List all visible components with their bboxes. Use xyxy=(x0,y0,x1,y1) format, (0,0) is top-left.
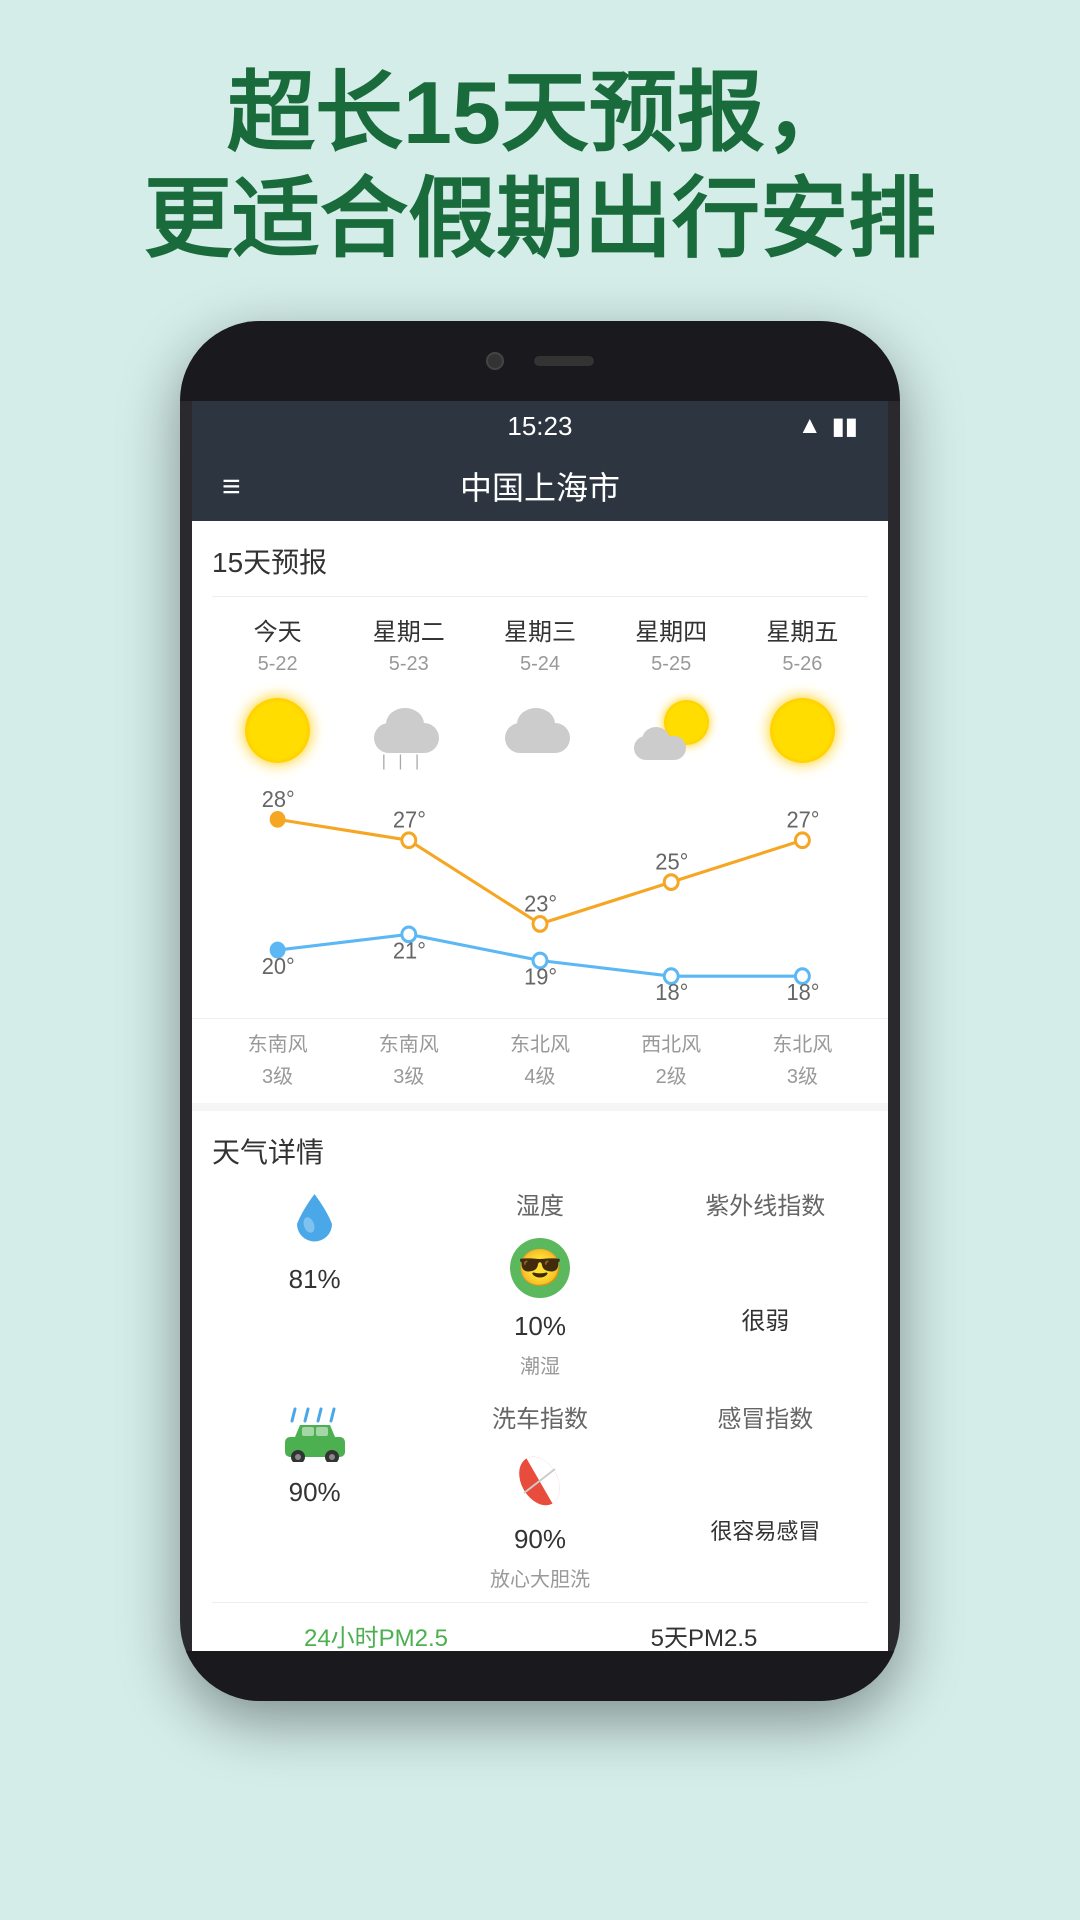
svg-text:20°: 20° xyxy=(262,954,295,980)
header-subtitle: 更适合假期出行安排 xyxy=(40,166,1040,272)
face-icon: 😎 xyxy=(505,1233,575,1303)
status-icons: ▲ ▮▮ xyxy=(798,412,858,441)
weather-icon-cloudy xyxy=(500,690,580,770)
page-header: 超长15天预报， 更适合假期出行安排 xyxy=(0,0,1080,311)
detail-cold: 感冒指数 很容易感冒 xyxy=(663,1399,868,1592)
forecast-section: 15天预报 今天 5-22 星期二 5 xyxy=(192,521,888,778)
wind-1: 东南风3级 xyxy=(343,1029,474,1093)
temperature-chart: 28° 27° 23° 25° 27° xyxy=(212,788,868,1018)
detail-humidity-label: 湿度 😎 10% 潮湿 xyxy=(437,1186,642,1379)
wind-3: 西北风2级 xyxy=(606,1029,737,1093)
details-grid: 81% 湿度 😎 10% 潮湿 xyxy=(212,1186,868,1592)
status-time: 15:23 xyxy=(282,411,798,442)
svg-text:28°: 28° xyxy=(262,788,295,812)
weather-icon-rainy xyxy=(369,690,449,770)
phone-bottom xyxy=(180,1651,900,1701)
detail-car-wash-label: 洗车指数 xyxy=(437,1399,642,1592)
app-bar-title: 中国上海市 xyxy=(460,463,620,509)
detail-humidity: 81% xyxy=(212,1186,417,1379)
forecast-title: 15天预报 xyxy=(212,541,868,581)
temp-svg: 28° 27° 23° 25° 27° xyxy=(212,788,868,1018)
wind-grid: 东南风3级 东南风3级 东北风4级 西北风2级 东北风3级 xyxy=(192,1018,888,1103)
menu-icon[interactable]: ≡ xyxy=(222,470,241,502)
car-icon xyxy=(280,1399,350,1469)
pm-24h-tab[interactable]: 24小时PM2.5 xyxy=(212,1603,540,1651)
pill-icon xyxy=(505,1446,575,1516)
forecast-grid: 今天 5-22 星期二 5-23 xyxy=(212,596,868,778)
wind-4: 东北风3级 xyxy=(737,1029,868,1093)
svg-text:27°: 27° xyxy=(786,807,819,833)
svg-text:23°: 23° xyxy=(524,891,557,917)
svg-text:25°: 25° xyxy=(655,849,688,875)
forecast-day-3: 星期四 5-25 xyxy=(606,612,737,778)
weather-icon-sunny xyxy=(238,690,318,770)
pm-5day-tab[interactable]: 5天PM2.5 xyxy=(540,1603,868,1651)
front-camera xyxy=(486,352,504,370)
detail-car-wash-icon: 90% xyxy=(212,1399,417,1592)
header-title: 超长15天预报， xyxy=(40,60,1040,166)
phone-body: 15:23 ▲ ▮▮ ≡ 中国上海市 15天预报 xyxy=(180,321,900,1701)
svg-text:21°: 21° xyxy=(393,938,426,964)
status-bar: 15:23 ▲ ▮▮ xyxy=(192,401,888,451)
phone-speaker xyxy=(534,356,594,366)
weather-icon-partly xyxy=(631,690,711,770)
svg-text:18°: 18° xyxy=(655,980,688,1006)
battery-icon: ▮▮ xyxy=(832,412,858,441)
svg-text:27°: 27° xyxy=(393,807,426,833)
phone-mockup: 15:23 ▲ ▮▮ ≡ 中国上海市 15天预报 xyxy=(0,321,1080,1701)
water-drop-icon xyxy=(280,1186,350,1256)
wind-2: 东北风4级 xyxy=(474,1029,605,1093)
app-bar: ≡ 中国上海市 xyxy=(192,451,888,521)
svg-text:18°: 18° xyxy=(786,980,819,1006)
forecast-day-0: 今天 5-22 xyxy=(212,612,343,778)
detail-uv: 紫外线指数 很弱 xyxy=(663,1186,868,1379)
forecast-day-1: 星期二 5-23 xyxy=(343,612,474,778)
pm-tabs: 24小时PM2.5 5天PM2.5 xyxy=(212,1602,868,1651)
details-title: 天气详情 xyxy=(212,1131,868,1171)
svg-text:19°: 19° xyxy=(524,964,557,990)
wifi-icon: ▲ xyxy=(798,412,822,440)
phone-top xyxy=(180,321,900,401)
weather-icon-sunny2 xyxy=(762,690,842,770)
phone-screen: 15:23 ▲ ▮▮ ≡ 中国上海市 15天预报 xyxy=(192,401,888,1651)
details-section: 天气详情 81% xyxy=(192,1103,888,1651)
screen-content: 15天预报 今天 5-22 星期二 5 xyxy=(192,521,888,1651)
forecast-day-4: 星期五 5-26 xyxy=(737,612,868,778)
wind-0: 东南风3级 xyxy=(212,1029,343,1093)
forecast-day-2: 星期三 5-24 xyxy=(474,612,605,778)
